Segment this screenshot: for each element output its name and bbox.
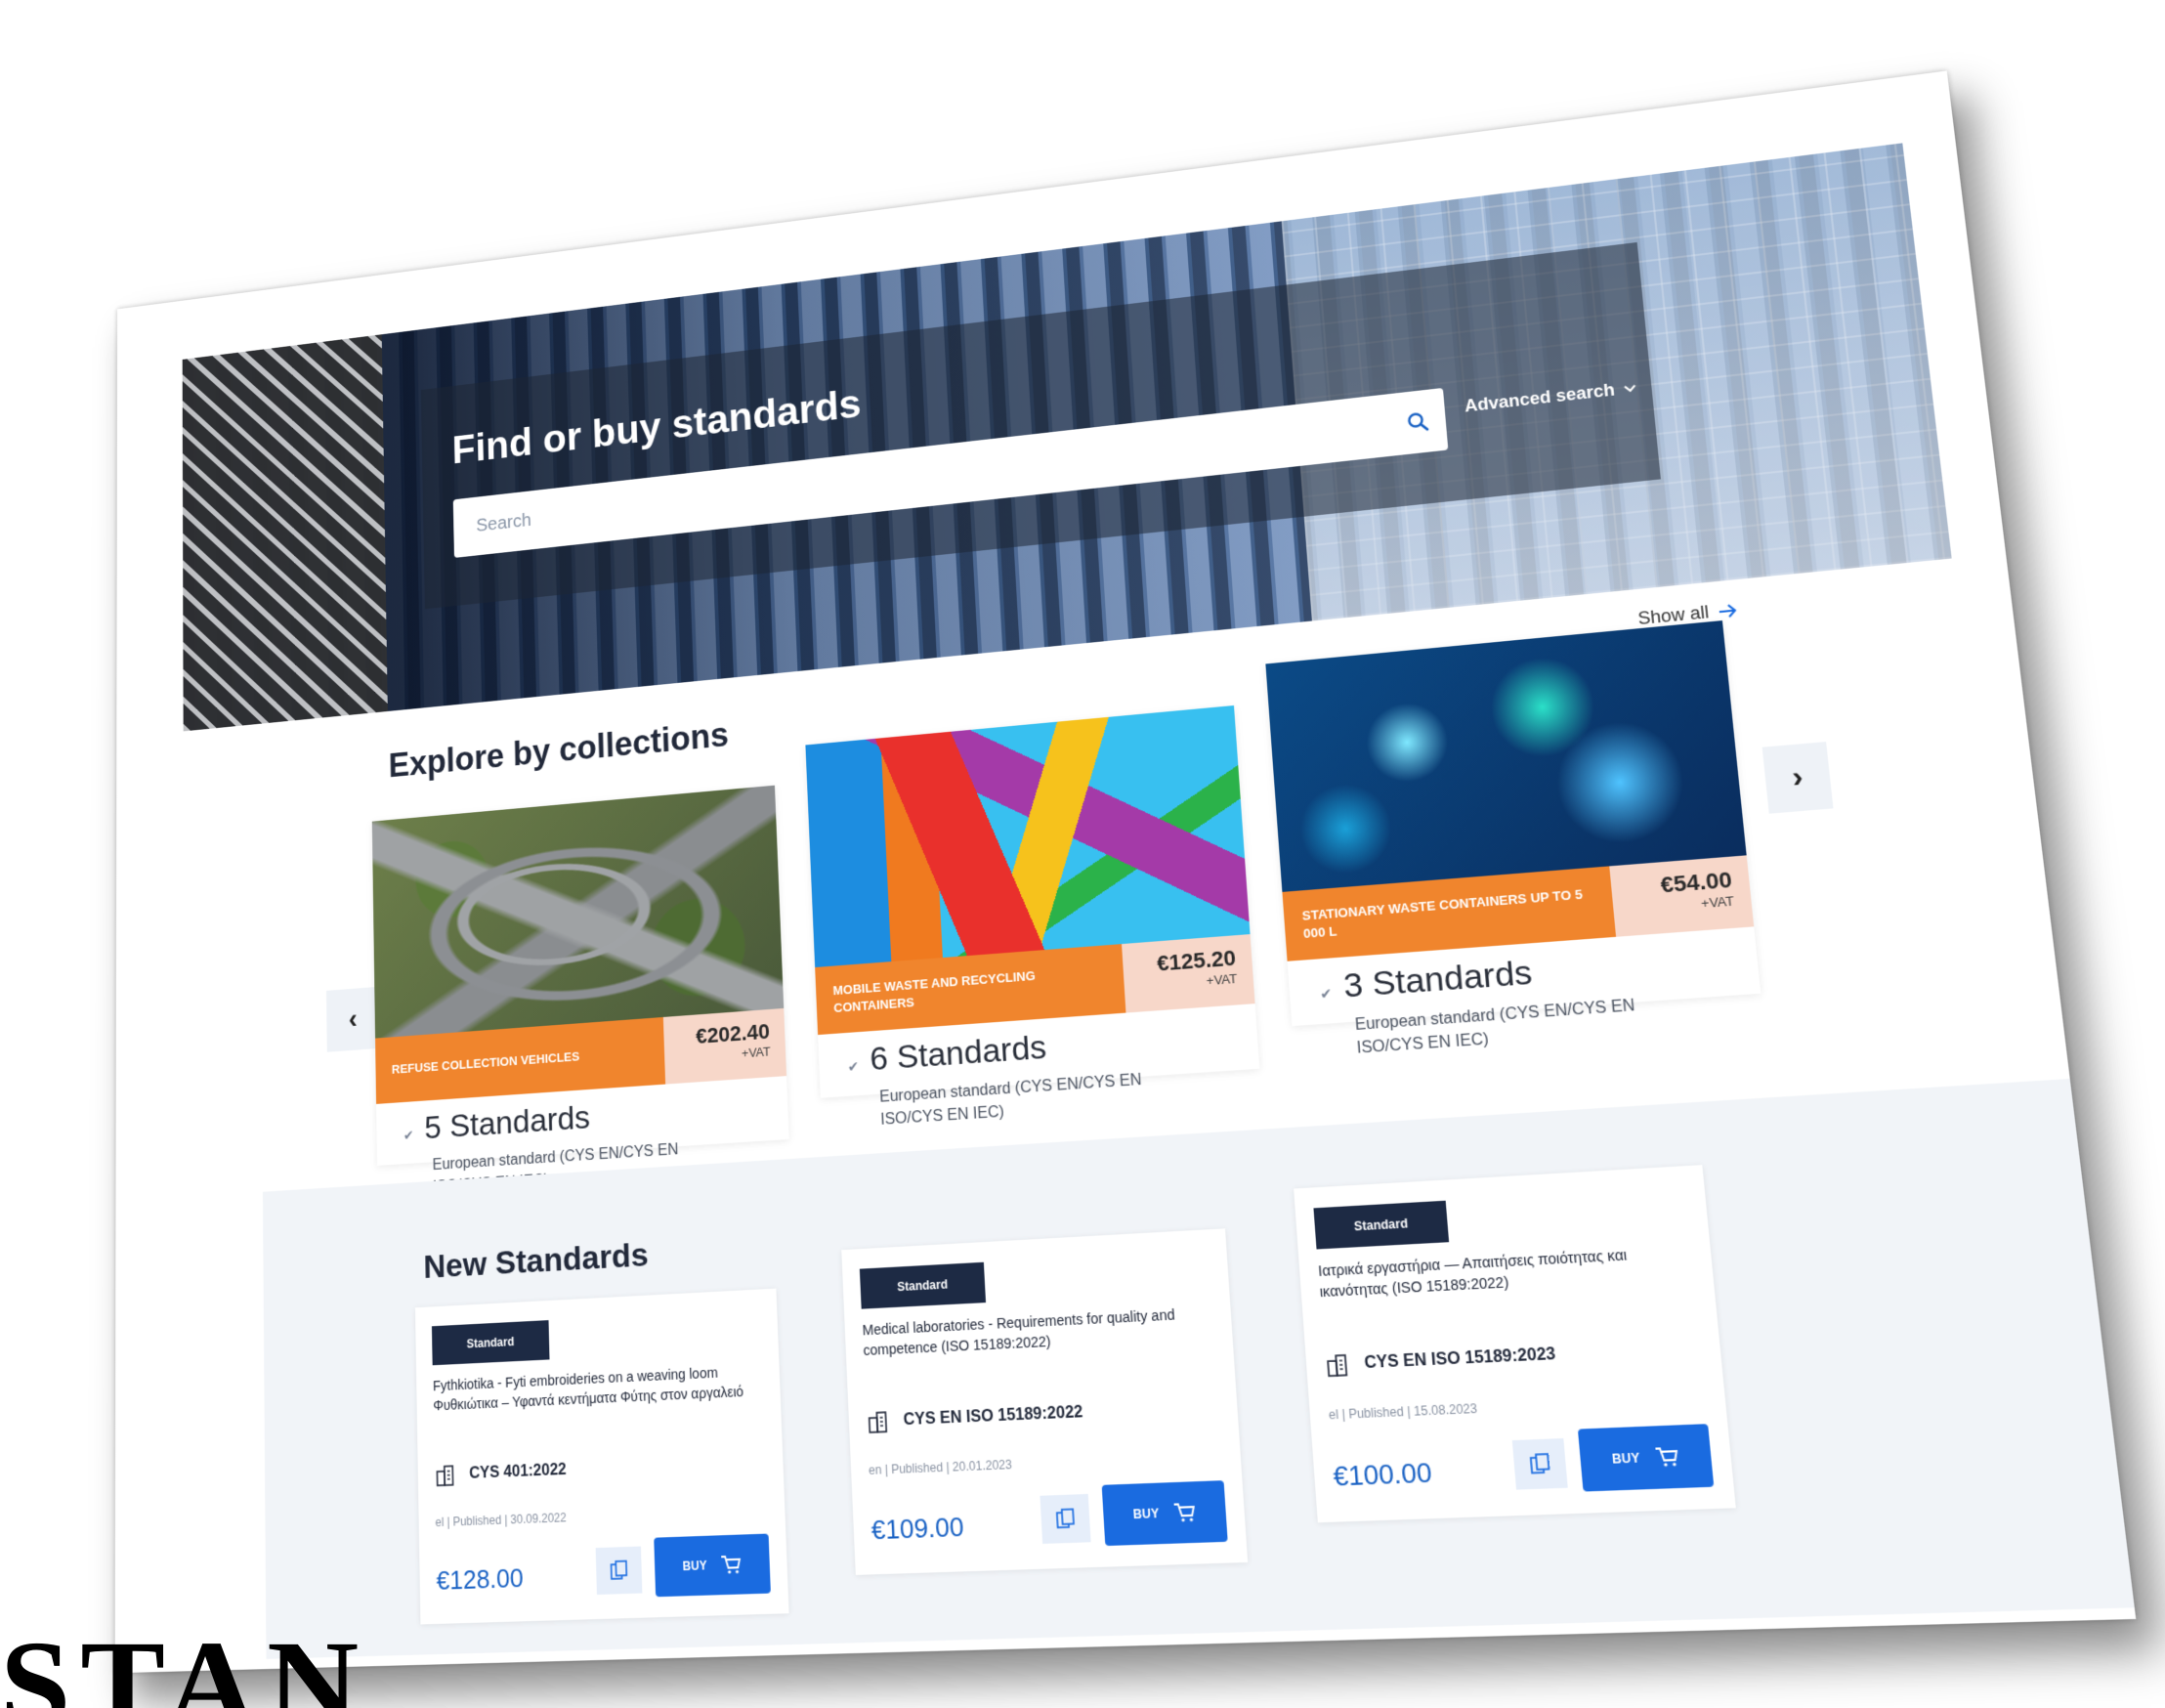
- check-icon: ✔: [1320, 985, 1333, 1002]
- standard-code: CYS 401:2022: [434, 1458, 566, 1487]
- building-icon: [434, 1463, 456, 1487]
- collection-count: ✔ 6 Standards: [847, 1029, 1048, 1081]
- chevron-down-icon: [1623, 383, 1638, 394]
- search-icon[interactable]: [1388, 393, 1448, 451]
- cart-icon: [1654, 1446, 1680, 1469]
- collection-card[interactable]: STATIONARY WASTE CONTAINERS UP TO 5 000 …: [1265, 620, 1761, 1026]
- screenshot-stage: Find or buy standards Advanced search: [0, 0, 2165, 1708]
- cart-icon: [720, 1554, 742, 1575]
- collection-image: [805, 705, 1250, 967]
- collection-count: ✔ 3 Standards: [1318, 954, 1534, 1008]
- collection-price: €202.40 +VAT: [663, 1008, 786, 1085]
- collection-card[interactable]: REFUSE COLLECTION VEHICLES €202.40 +VAT …: [372, 786, 789, 1166]
- standard-meta: en | Published | 20.01.2023: [869, 1457, 1012, 1477]
- buy-button[interactable]: BUY: [654, 1534, 771, 1598]
- standard-meta: el | Published | 15.08.2023: [1328, 1401, 1477, 1423]
- building-icon: [1324, 1352, 1350, 1379]
- cart-icon: [1172, 1502, 1196, 1523]
- buy-button[interactable]: BUY: [1102, 1480, 1228, 1546]
- website-page: Find or buy standards Advanced search: [115, 70, 2137, 1673]
- standard-card[interactable]: Standard Medical laboratories - Requirem…: [841, 1228, 1248, 1575]
- preview-button[interactable]: [1512, 1438, 1568, 1490]
- standard-card[interactable]: Standard Ιατρικά εργαστήρια — Απαιτήσεις…: [1294, 1165, 1736, 1522]
- standard-badge: Standard: [1313, 1201, 1449, 1250]
- check-icon: ✔: [403, 1128, 414, 1143]
- chevron-right-icon: ›: [1791, 760, 1805, 795]
- standard-title[interactable]: Medical laboratories - Requirements for …: [862, 1303, 1210, 1360]
- carousel-prev-button[interactable]: ‹: [326, 987, 380, 1052]
- arrow-right-icon: [1717, 602, 1739, 619]
- building-icon: [866, 1409, 890, 1434]
- collection-count: ✔ 5 Standards: [403, 1099, 590, 1149]
- buy-label: BUY: [1132, 1506, 1159, 1521]
- standard-title[interactable]: Fythkiotika - Fyti embroideries on a wea…: [433, 1361, 760, 1415]
- standard-code: CYS EN ISO 15189:2023: [1324, 1343, 1556, 1379]
- standard-price: €128.00: [436, 1562, 524, 1597]
- standard-price: €100.00: [1332, 1457, 1432, 1494]
- buy-label: BUY: [1611, 1450, 1640, 1467]
- preview-icon: [1053, 1507, 1077, 1530]
- buy-label: BUY: [682, 1559, 706, 1573]
- preview-icon: [608, 1559, 629, 1582]
- collection-image: [1265, 620, 1746, 892]
- chevron-left-icon: ‹: [349, 1003, 358, 1036]
- collection-card[interactable]: MOBILE WASTE AND RECYCLING CONTAINERS €1…: [805, 705, 1259, 1098]
- collection-price: €125.20 +VAT: [1122, 934, 1255, 1013]
- standard-code: CYS EN ISO 15189:2022: [866, 1400, 1083, 1434]
- standard-card[interactable]: Standard Fythkiotika - Fyti embroideries…: [415, 1289, 789, 1625]
- carousel-next-button[interactable]: ›: [1762, 742, 1834, 814]
- logo-text-fragment: STAN: [0, 1622, 368, 1708]
- preview-button[interactable]: [596, 1547, 643, 1595]
- preview-button[interactable]: [1040, 1494, 1090, 1544]
- standard-title[interactable]: Ιατρικά εργαστήρια — Απαιτήσεις ποιότητα…: [1317, 1242, 1689, 1302]
- collections-title: Explore by collections: [388, 715, 729, 786]
- check-icon: ✔: [847, 1058, 859, 1075]
- preview-icon: [1527, 1452, 1552, 1476]
- standard-meta: el | Published | 30.09.2022: [435, 1511, 566, 1529]
- buy-button[interactable]: BUY: [1578, 1424, 1714, 1491]
- standard-badge: Standard: [860, 1262, 986, 1309]
- collection-price: €54.00 +VAT: [1609, 855, 1754, 936]
- collection-image: [372, 786, 784, 1039]
- standard-price: €109.00: [870, 1512, 964, 1547]
- standard-badge: Standard: [432, 1320, 550, 1365]
